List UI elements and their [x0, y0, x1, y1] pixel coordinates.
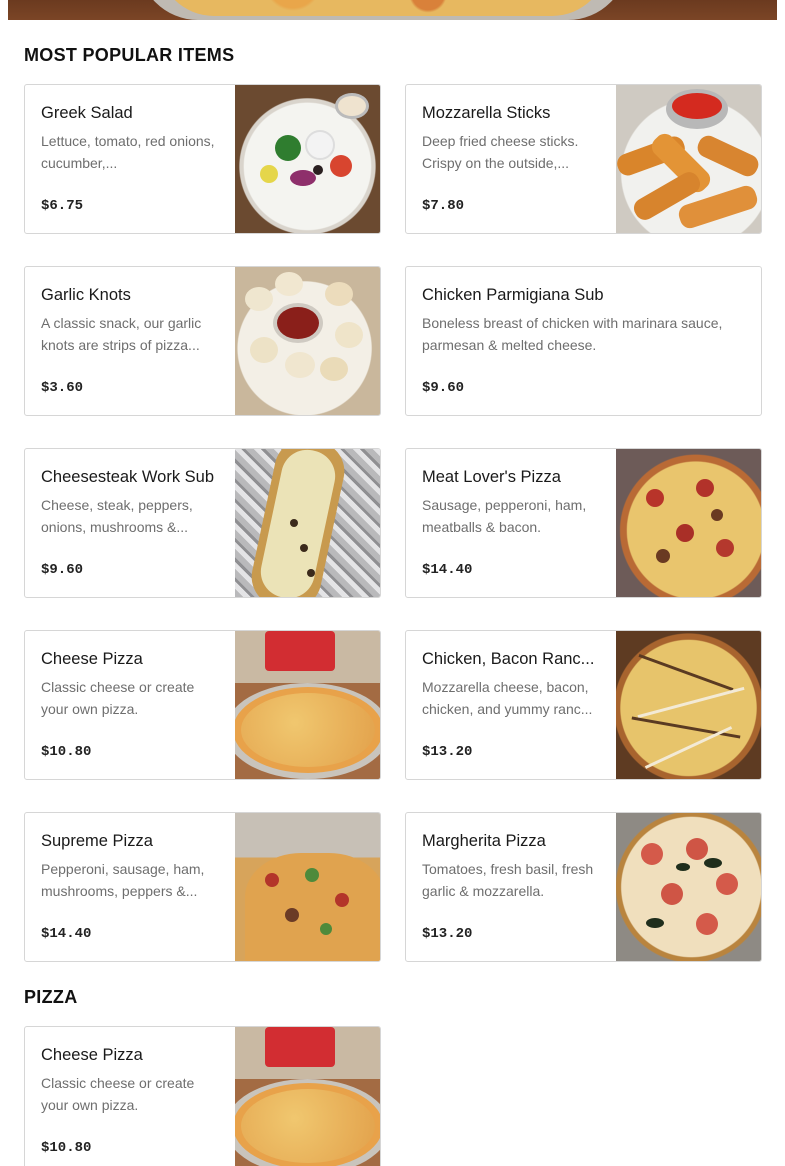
item-description: A classic snack, our garlic knots are st…	[41, 315, 202, 353]
meat-lovers-pizza-photo	[616, 449, 761, 597]
item-description: Lettuce, tomato, red onions, cucumber,..…	[41, 133, 215, 171]
cheesesteak-photo	[235, 449, 380, 597]
item-price: $9.60	[422, 380, 465, 396]
item-description: Tomatoes, fresh basil, fresh garlic & mo…	[422, 861, 594, 899]
item-name: Meat Lover's Pizza	[422, 468, 561, 486]
item-description: Sausage, pepperoni, ham, meatballs & bac…	[422, 497, 587, 535]
item-name: Cheese Pizza	[41, 1046, 143, 1064]
section-title-popular: MOST POPULAR ITEMS	[24, 45, 235, 65]
garlic-knots-photo	[235, 267, 380, 415]
menu-item-card[interactable]: Chicken, Bacon Ranc... Mozzarella cheese…	[405, 630, 762, 780]
item-price: $9.60	[41, 562, 84, 578]
menu-item-card[interactable]: Greek Salad Lettuce, tomato, red onions,…	[24, 84, 381, 234]
menu-item-card[interactable]: Cheese Pizza Classic cheese or create yo…	[24, 630, 381, 780]
item-price: $6.75	[41, 198, 84, 214]
section-title-pizza: PIZZA	[24, 987, 78, 1007]
item-description: Mozzarella cheese, bacon, chicken, and y…	[422, 679, 593, 717]
cheese-pizza-photo	[235, 1027, 380, 1166]
item-price: $13.20	[422, 926, 473, 942]
item-name: Margherita Pizza	[422, 832, 546, 850]
menu-item-card[interactable]: Meat Lover's Pizza Sausage, pepperoni, h…	[405, 448, 762, 598]
item-price: $14.40	[422, 562, 473, 578]
supreme-pizza-photo	[235, 813, 380, 961]
item-price: $13.20	[422, 744, 473, 760]
item-price: $10.80	[41, 744, 92, 760]
chicken-bacon-ranch-pizza-photo	[616, 631, 761, 779]
item-description: Pepperoni, sausage, ham, mushrooms, pepp…	[41, 861, 205, 899]
menu-item-card[interactable]: Margherita Pizza Tomatoes, fresh basil, …	[405, 812, 762, 962]
item-price: $10.80	[41, 1140, 92, 1156]
menu-item-card[interactable]: Cheese Pizza Classic cheese or create yo…	[24, 1026, 381, 1166]
item-description: Cheese, steak, peppers, onions, mushroom…	[41, 497, 193, 535]
item-name: Chicken Parmigiana Sub	[422, 286, 604, 304]
item-price: $7.80	[422, 198, 465, 214]
mozzarella-sticks-photo	[616, 85, 761, 233]
item-name: Garlic Knots	[41, 286, 131, 304]
greek-salad-photo	[235, 85, 380, 233]
item-name: Greek Salad	[41, 104, 133, 122]
menu-item-card[interactable]: Garlic Knots A classic snack, our garlic…	[24, 266, 381, 416]
menu-item-card[interactable]: Chicken Parmigiana Sub Boneless breast o…	[405, 266, 762, 416]
item-name: Cheesesteak Work Sub	[41, 468, 215, 486]
item-name: Chicken, Bacon Ranc...	[422, 650, 595, 668]
margherita-pizza-photo	[616, 813, 761, 961]
hero-banner-image	[8, 0, 777, 20]
cheese-pizza-photo	[235, 631, 380, 779]
item-price: $14.40	[41, 926, 92, 942]
item-name: Cheese Pizza	[41, 650, 143, 668]
item-name: Mozzarella Sticks	[422, 104, 551, 122]
item-description: Classic cheese or create your own pizza.	[41, 1075, 195, 1113]
item-name: Supreme Pizza	[41, 832, 153, 850]
item-description: Boneless breast of chicken with marinara…	[422, 315, 723, 353]
menu-item-card[interactable]: Supreme Pizza Pepperoni, sausage, ham, m…	[24, 812, 381, 962]
item-description: Classic cheese or create your own pizza.	[41, 679, 195, 717]
menu-item-card[interactable]: Cheesesteak Work Sub Cheese, steak, pepp…	[24, 448, 381, 598]
item-description: Deep fried cheese sticks. Crispy on the …	[422, 133, 579, 171]
item-price: $3.60	[41, 380, 84, 396]
menu-item-card[interactable]: Mozzarella Sticks Deep fried cheese stic…	[405, 84, 762, 234]
